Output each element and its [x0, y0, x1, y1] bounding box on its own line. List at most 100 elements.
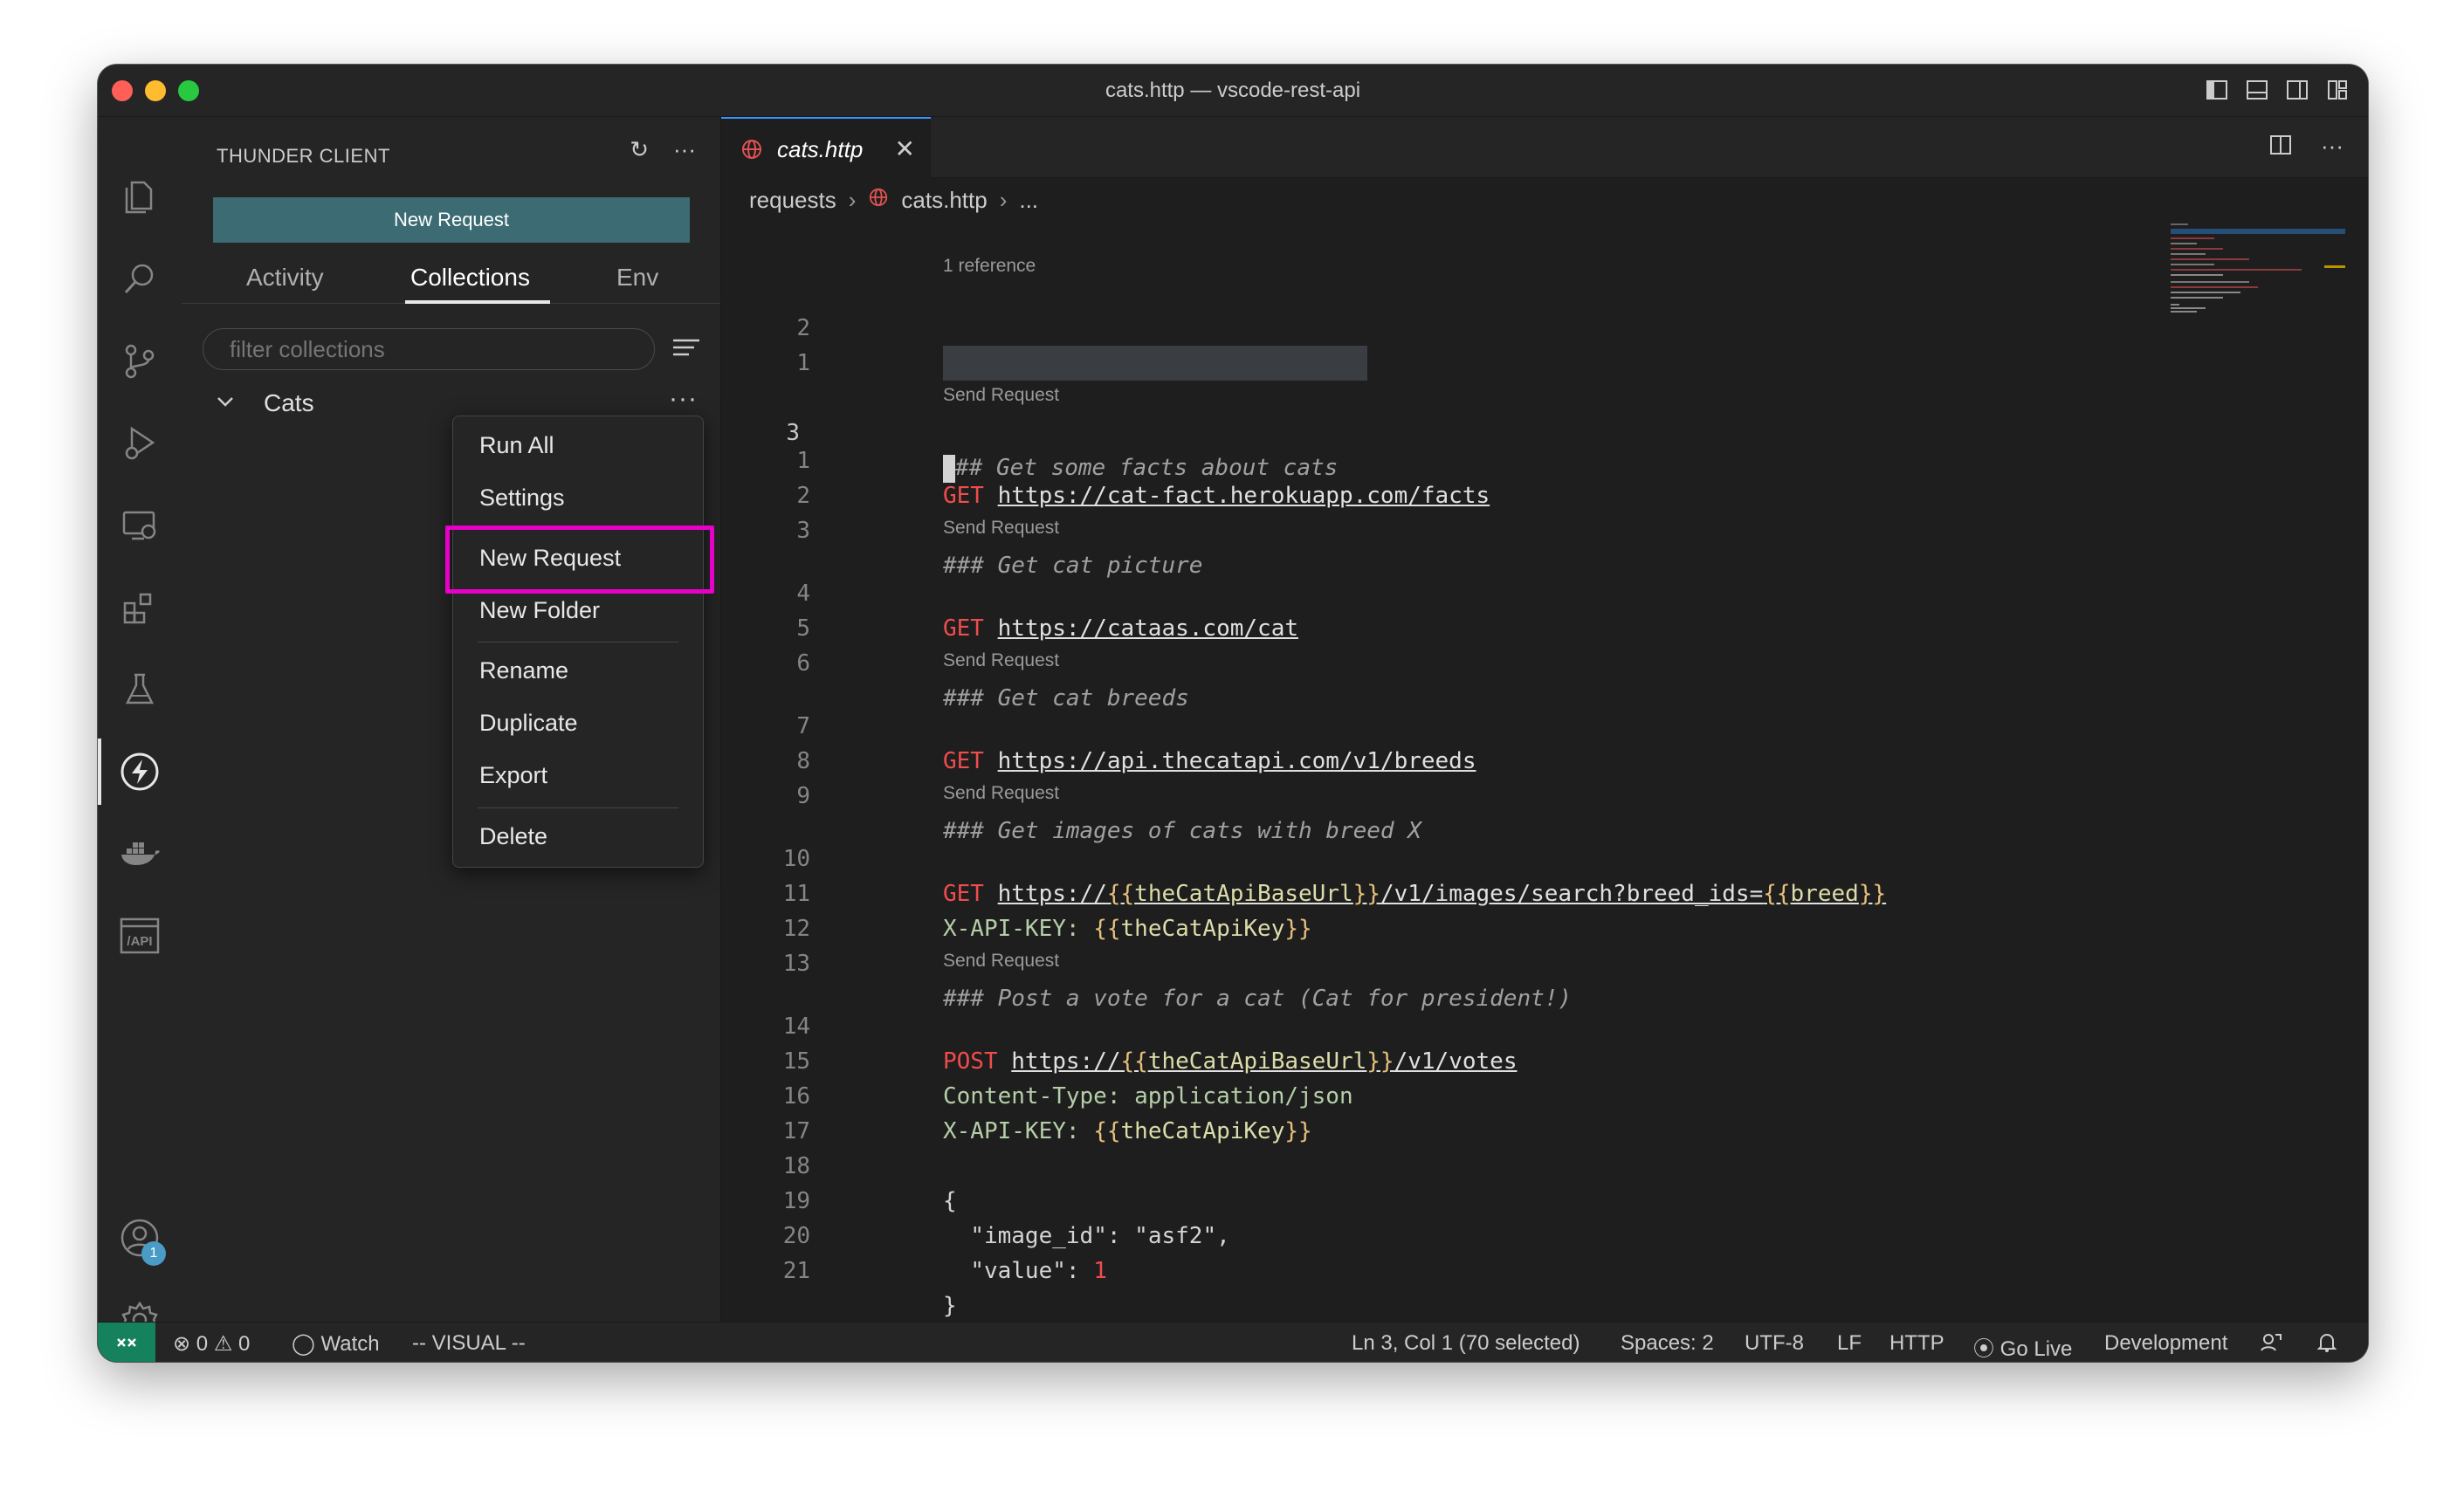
sort-menu-icon[interactable]	[671, 335, 701, 366]
docker-icon[interactable]	[98, 812, 182, 896]
collection-more-icon[interactable]: ···	[669, 384, 698, 414]
explorer-icon[interactable]	[98, 155, 182, 239]
code-line: 4 GET https://cataas.com/cat	[796, 581, 1298, 642]
collection-context-menu: Run All Settings New Request New Folder …	[452, 416, 704, 868]
environment-indicator[interactable]: Development	[2104, 1331, 2227, 1356]
highlight-box	[445, 526, 714, 594]
codelens-send-request[interactable]: Send Request	[943, 948, 1059, 974]
code-line: 1 GET https://cat-fact.herokuapp.com/fac…	[796, 448, 1490, 509]
code-line: 2	[796, 483, 810, 509]
chevron-right-icon: ›	[999, 187, 1008, 213]
api-icon[interactable]: /API	[98, 894, 182, 978]
title-bar: cats.http — vscode-rest-api	[98, 65, 2368, 117]
sidebar-tabs: Activity Collections Env	[182, 255, 720, 304]
language-mode[interactable]: HTTP	[1889, 1331, 1944, 1356]
codelens-send-request[interactable]: Send Request	[943, 648, 1059, 674]
layout-controls	[2204, 77, 2350, 103]
broadcast-icon: ⦿	[1973, 1337, 1994, 1361]
split-editor-icon[interactable]	[2268, 133, 2293, 163]
filter-collections-input[interactable]	[203, 328, 655, 370]
notifications-bell-icon[interactable]	[2316, 1331, 2338, 1360]
run-debug-icon[interactable]	[98, 402, 182, 485]
tab-collections[interactable]: Collections	[410, 264, 530, 292]
code-line: 5	[796, 615, 810, 642]
toggle-secondary-sidebar-icon[interactable]	[2284, 77, 2310, 103]
watch-indicator[interactable]: ◯ Watch	[292, 1331, 380, 1357]
sidebar-actions: ↻ ···	[630, 136, 696, 163]
vscode-window: cats.http — vscode-rest-api /API 1 THUND…	[98, 65, 2368, 1362]
vim-mode: -- VISUAL --	[412, 1331, 526, 1355]
extensions-icon[interactable]	[98, 566, 182, 649]
code-line: 6 ### Get cat breeds	[796, 650, 1189, 711]
menu-item-delete[interactable]: Delete	[479, 823, 547, 850]
code-line: 18 {	[782, 1153, 957, 1214]
close-icon[interactable]: ✕	[895, 134, 915, 163]
testing-flask-icon[interactable]	[98, 648, 182, 732]
menu-separator	[478, 807, 678, 808]
customize-layout-icon[interactable]	[2324, 77, 2350, 103]
chevron-right-icon: ›	[848, 187, 857, 213]
encoding[interactable]: UTF-8	[1745, 1331, 1804, 1356]
problems-indicator[interactable]: ⊗ 0 ⚠ 0	[173, 1331, 250, 1357]
new-request-button[interactable]: New Request	[213, 197, 690, 243]
editor-tab-cats-http[interactable]: cats.http ✕	[721, 117, 931, 178]
codelens-send-request[interactable]: Send Request	[943, 780, 1059, 807]
menu-item-duplicate[interactable]: Duplicate	[479, 710, 578, 737]
code-line: 16 X-API-KEY: {{theCatApiKey}}	[782, 1083, 1312, 1144]
minimap[interactable]	[2171, 220, 2345, 325]
tab-env[interactable]: Env	[616, 264, 658, 292]
breadcrumb-file[interactable]: cats.http	[901, 187, 987, 214]
code-line: 10 GET https://{{theCatApiBaseUrl}}/v1/i…	[782, 846, 1887, 907]
menu-item-rename[interactable]: Rename	[479, 657, 568, 684]
code-line: 17	[782, 1118, 810, 1144]
menu-item-run-all[interactable]: Run All	[479, 432, 554, 459]
menu-item-settings[interactable]: Settings	[479, 484, 565, 512]
code-line: 13 ### Post a vote for a cat (Cat for pr…	[782, 951, 1573, 1012]
activity-bar: /API 1	[98, 117, 182, 1339]
breadcrumb-symbol[interactable]: ...	[1019, 187, 1038, 214]
menu-item-new-folder[interactable]: New Folder	[479, 597, 600, 624]
toggle-panel-icon[interactable]	[2244, 77, 2270, 103]
circle-icon: ◯	[292, 1332, 315, 1356]
code-line: 9 ### Get images of cats with breed X	[796, 783, 1421, 844]
editor-more-icon[interactable]: ···	[2321, 133, 2344, 163]
toggle-primary-sidebar-icon[interactable]	[2204, 77, 2230, 103]
window-title: cats.http — vscode-rest-api	[1105, 79, 1361, 102]
codelens-send-request[interactable]: Send Request	[943, 382, 1059, 409]
more-actions-icon[interactable]: ···	[673, 136, 696, 163]
code-line: 3 ### Get cat picture	[796, 518, 1203, 579]
remote-explorer-icon[interactable]	[98, 484, 182, 567]
breadcrumb-folder[interactable]: requests	[749, 187, 836, 214]
tab-activity[interactable]: Activity	[246, 264, 324, 292]
editor-actions: ···	[2268, 133, 2344, 163]
code-line: 19 "image_id": "asf2",	[782, 1188, 1230, 1249]
status-bar: ⊗ 0 ⚠ 0 ◯ Watch -- VISUAL -- Ln 3, Col 1…	[98, 1322, 2368, 1362]
code-line: 14 POST https://{{theCatApiBaseUrl}}/v1/…	[782, 1013, 1518, 1075]
svg-text:/API: /API	[127, 934, 152, 949]
code-line: 2 @breed=abys	[796, 315, 1093, 376]
cursor-position[interactable]: Ln 3, Col 1 (70 selected)	[1352, 1331, 1580, 1356]
codelens-send-request[interactable]: Send Request	[943, 515, 1059, 541]
feedback-icon[interactable]	[2260, 1331, 2282, 1360]
search-icon[interactable]	[98, 237, 182, 321]
error-icon: ⊗	[173, 1332, 191, 1356]
account-badge: 1	[141, 1241, 166, 1266]
collection-name: Cats	[264, 389, 314, 416]
editor-tab-bar: cats.http ✕ ···	[721, 117, 2368, 178]
menu-item-export[interactable]: Export	[479, 762, 547, 789]
code-line: 20 "value": 1	[782, 1223, 1107, 1284]
indentation[interactable]: Spaces: 2	[1621, 1331, 1714, 1356]
source-control-icon[interactable]	[98, 320, 182, 403]
refresh-icon[interactable]: ↻	[630, 136, 649, 163]
remote-indicator-icon[interactable]	[98, 1323, 155, 1362]
code-line-current: 3 ## Get some facts about cats	[721, 346, 2368, 483]
globe-icon	[868, 187, 889, 214]
code-line: 1	[796, 350, 810, 376]
sidebar-title: THUNDER CLIENT	[217, 145, 390, 167]
thunder-client-icon[interactable]	[98, 730, 182, 814]
go-live-button[interactable]: ⦿ Go Live	[1973, 1331, 2072, 1362]
warning-icon: ⚠	[213, 1332, 233, 1356]
line-ending[interactable]: LF	[1837, 1331, 1862, 1356]
chevron-down-icon[interactable]	[213, 389, 237, 418]
account-icon[interactable]: 1	[98, 1196, 182, 1280]
